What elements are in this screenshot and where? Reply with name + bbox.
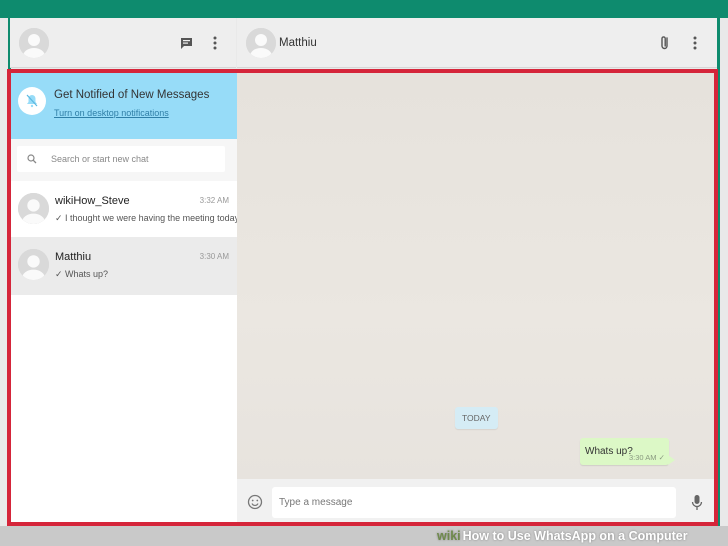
message-text: Whats up?	[585, 446, 633, 457]
search-bar	[11, 139, 237, 181]
notification-title: Get Notified of New Messages	[54, 89, 210, 101]
chat-avatar	[18, 193, 49, 224]
chat-list-item[interactable]: wikiHow_Steve 3:32 AM ✓ I thought we wer…	[11, 181, 242, 239]
enable-notifications-link[interactable]: Turn on desktop notifications	[54, 108, 169, 118]
chat-list-item-selected[interactable]: Matthiu 3:30 AM ✓ Whats up?	[11, 237, 237, 295]
watermark-brand: wiki	[437, 529, 461, 543]
date-divider: TODAY	[455, 407, 498, 429]
emoji-icon[interactable]	[246, 493, 264, 511]
microphone-icon[interactable]	[688, 493, 706, 511]
muted-bell-icon	[18, 87, 46, 115]
composer-bar	[237, 479, 714, 525]
chat-time: 3:32 AM	[199, 196, 229, 205]
conversation-menu-dots-icon[interactable]	[686, 34, 704, 52]
search-icon	[27, 154, 37, 164]
message-input[interactable]	[272, 487, 676, 518]
chat-last-message: ✓ I thought we were having the meeting t…	[55, 213, 242, 223]
conversation-header[interactable]: Matthiu	[237, 18, 717, 68]
chat-name: Matthiu	[55, 251, 92, 263]
new-chat-icon[interactable]	[177, 34, 195, 52]
search-box[interactable]	[17, 146, 225, 172]
chat-avatar	[18, 249, 49, 280]
attach-paperclip-icon[interactable]	[656, 34, 674, 52]
chat-sidebar: Get Notified of New Messages Turn on des…	[11, 73, 242, 525]
menu-dots-icon[interactable]	[206, 34, 224, 52]
watermark-title: How to Use WhatsApp on a Computer	[462, 529, 688, 543]
wikihow-watermark: wiki How to Use WhatsApp on a Computer	[437, 527, 688, 545]
notification-banner[interactable]: Get Notified of New Messages Turn on des…	[11, 73, 237, 139]
message-pane[interactable]: TODAY Whats up? 3:30 AM ✓	[237, 73, 714, 479]
chat-time: 3:30 AM	[199, 252, 229, 261]
sidebar-header	[10, 18, 236, 68]
my-avatar[interactable]	[19, 28, 49, 58]
chat-last-message: ✓ Whats up?	[55, 269, 109, 279]
search-input[interactable]	[51, 154, 211, 164]
message-time: 3:30 AM ✓	[629, 453, 665, 462]
chat-name: wikiHow_Steve	[55, 195, 130, 207]
contact-name: Matthiu	[279, 37, 317, 49]
outgoing-message-bubble[interactable]: Whats up? 3:30 AM ✓	[580, 438, 675, 465]
contact-avatar[interactable]	[246, 28, 276, 58]
